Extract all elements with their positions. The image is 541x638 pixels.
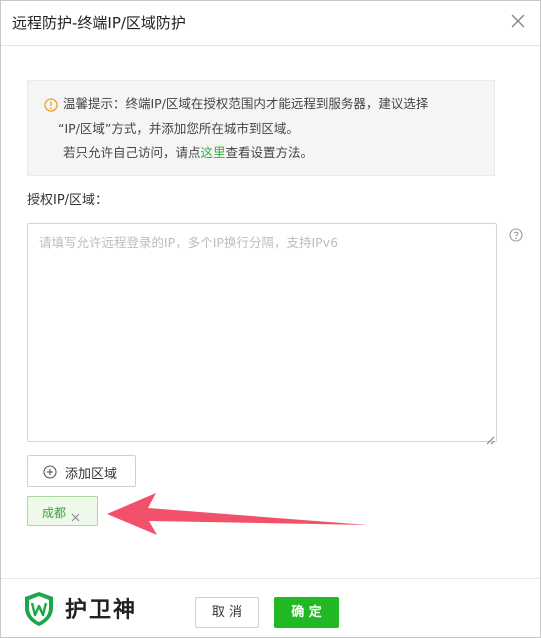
dialog-title: 远程防护-终端IP/区域防护 xyxy=(12,14,186,32)
region-tag: 成都 xyxy=(27,496,98,526)
cancel-button[interactable]: 取 消 xyxy=(195,597,259,628)
warning-circle-icon xyxy=(44,97,58,112)
question-circle-icon[interactable] xyxy=(509,227,523,242)
tip-line-2: “IP/区域”方式，并添加您所在城市到区域。 xyxy=(58,121,299,136)
footer-divider xyxy=(1,578,540,579)
shield-w-icon xyxy=(23,591,55,627)
confirm-button[interactable]: 确 定 xyxy=(274,597,339,628)
close-icon[interactable] xyxy=(508,11,528,31)
tip-line-1: 温馨提示：终端IP/区域在授权范围内才能远程到服务器，建议选择 xyxy=(63,96,429,111)
red-arrow-icon xyxy=(107,491,369,535)
auth-label: 授权IP/区域： xyxy=(27,193,109,208)
brand-name: 护卫神 xyxy=(65,598,138,623)
region-tag-label: 成都 xyxy=(42,506,67,520)
tip-line-3: 若只允许自己访问，请点这里查看设置方法。 xyxy=(63,145,313,161)
tip-line-3-suffix: 查看设置方法。 xyxy=(225,145,314,160)
help-link[interactable]: 这里 xyxy=(201,145,226,160)
auth-ip-textarea[interactable] xyxy=(27,223,497,442)
dialog-header: 远程防护-终端IP/区域防护 xyxy=(1,1,540,46)
close-icon[interactable] xyxy=(71,507,80,522)
resize-grip-icon[interactable] xyxy=(485,430,495,445)
add-region-button[interactable]: 添加区域 xyxy=(27,455,136,487)
remote-protection-dialog: 远程防护-终端IP/区域防护 温馨提示：终端IP/区域在授权范围内才能远程到服务… xyxy=(0,0,541,638)
tip-line-3-prefix: 若只允许自己访问，请点 xyxy=(63,145,201,160)
tip-box: 温馨提示：终端IP/区域在授权范围内才能远程到服务器，建议选择 “IP/区域”方… xyxy=(27,80,495,176)
plus-circle-icon xyxy=(43,464,57,479)
add-region-label: 添加区域 xyxy=(65,467,118,482)
